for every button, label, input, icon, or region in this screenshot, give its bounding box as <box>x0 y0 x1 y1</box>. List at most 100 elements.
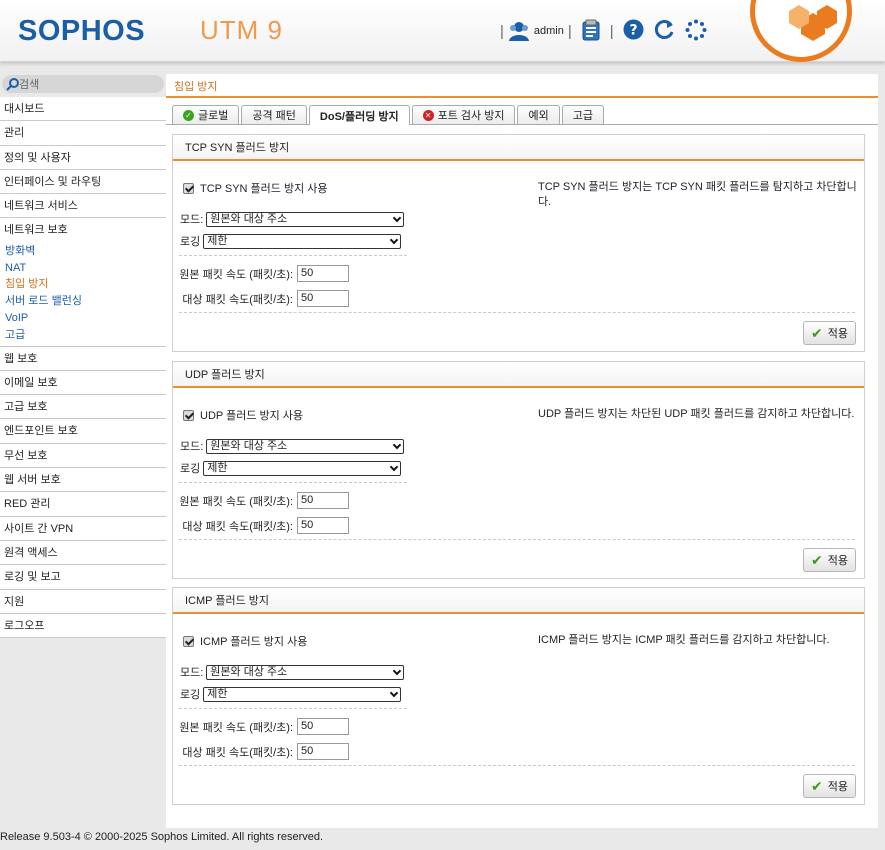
sidebar-subitem-nat[interactable]: NAT <box>0 260 166 277</box>
sidebar-item-logoff[interactable]: 로그오프 <box>0 613 166 639</box>
sidebar-item-support[interactable]: 지원 <box>0 589 166 614</box>
tab-label: 예외 <box>528 110 549 122</box>
src-rate-input[interactable]: 50 <box>297 718 349 735</box>
apply-button[interactable]: ✔ 적용 <box>803 321 856 345</box>
udp-enable-checkbox[interactable] <box>183 409 194 421</box>
apply-button[interactable]: ✔ 적용 <box>803 774 856 798</box>
section-description: TCP SYN 플러드 방지는 TCP SYN 패킷 플러드를 탐지하고 차단합… <box>538 181 857 208</box>
svg-text:?: ? <box>629 23 637 39</box>
logging-value: 제한 <box>207 234 228 247</box>
tab-advanced[interactable]: 고급 <box>561 105 604 124</box>
logging-row: 로깅 제한 <box>180 460 402 476</box>
udp-enable-row: UDP 플러드 방지 사용 <box>183 407 303 423</box>
icmp-enable-checkbox[interactable] <box>183 635 194 647</box>
sidebar-item-remote-access[interactable]: 원격 액세스 <box>0 540 166 566</box>
section-description: UDP 플러드 방지는 차단된 UDP 패킷 플러드를 감지하고 차단합니다. <box>538 408 855 420</box>
sidebar-item-webserver-protection[interactable]: 웹 서버 보호 <box>0 468 166 493</box>
dst-rate-row: 대상 패킷 속도(패킷/초): 50 <box>182 517 349 534</box>
mode-select[interactable]: 원본와 대상 주소 <box>206 664 405 680</box>
sidebar-item-site-to-site-vpn[interactable]: 사이트 간 VPN <box>0 516 166 541</box>
mode-row: 모드: 원본와 대상 주소 <box>180 438 405 454</box>
sidebar-item-wireless-protection[interactable]: 무선 보호 <box>0 443 166 469</box>
mode-select[interactable]: 원본와 대상 주소 <box>206 438 405 454</box>
sidebar-item-network-protection[interactable]: 네트워크 보호 <box>0 218 166 243</box>
src-rate-label: 원본 패킷 속도 (패킷/초): <box>179 495 293 508</box>
tab-exceptions[interactable]: 예외 <box>517 105 560 124</box>
enable-label: ICMP 플러드 방지 사용 <box>200 636 308 648</box>
logging-select[interactable]: 제한 <box>203 686 402 702</box>
src-rate-row: 원본 패킷 속도 (패킷/초): 50 <box>179 492 349 509</box>
logging-select[interactable]: 제한 <box>203 460 402 476</box>
sidebar-item-web-protection[interactable]: 웹 보호 <box>0 346 166 371</box>
page-title: 침입 방지 <box>166 74 878 98</box>
dst-rate-input[interactable]: 50 <box>297 290 349 307</box>
tab-bar: ✓ 글로벌 공격 패턴 DoS/플러딩 방지 ✕ 포트 검사 방지 예외 고급 <box>172 105 606 125</box>
sidebar-item-red-management[interactable]: RED 관리 <box>0 492 166 517</box>
mode-value: 원본와 대상 주소 <box>210 439 288 452</box>
check-circle-icon: ✓ <box>183 109 194 121</box>
logging-select[interactable]: 제한 <box>203 233 402 249</box>
chevron-down-icon <box>390 235 399 244</box>
clipboard-icon[interactable] <box>581 19 601 44</box>
logging-label: 로깅 <box>180 689 201 701</box>
sidebar-subitem-intrusion-prevention[interactable]: 침입 방지 <box>0 276 166 293</box>
section-divider <box>179 312 855 313</box>
sidebar-item-management[interactable]: 관리 <box>0 121 166 146</box>
sidebar-item-logging-reporting[interactable]: 로깅 및 보고 <box>0 565 166 590</box>
tab-attack-patterns[interactable]: 공격 패턴 <box>241 105 307 124</box>
sidebar-item-dashboard[interactable]: 대시보드 <box>0 97 166 122</box>
tab-label: 글로벌 <box>198 110 229 122</box>
tab-dos-flood-protection[interactable]: DoS/플러딩 방지 <box>308 105 410 125</box>
tab-portscan-detection[interactable]: ✕ 포트 검사 방지 <box>411 105 516 124</box>
section-title: TCP SYN 플러드 방지 <box>173 135 864 161</box>
dst-rate-label: 대상 패킷 속도(패킷/초): <box>182 520 293 533</box>
refresh-icon[interactable] <box>654 19 675 43</box>
sophos-logo: SOPHOS <box>18 15 146 47</box>
tcp-syn-enable-checkbox[interactable] <box>183 182 194 194</box>
dst-rate-input[interactable]: 50 <box>297 517 349 534</box>
src-rate-label: 원본 패킷 속도 (패킷/초): <box>179 268 293 281</box>
logging-label: 로깅 <box>180 236 201 248</box>
tab-label: DoS/플러딩 방지 <box>319 110 399 123</box>
dst-rate-input[interactable]: 50 <box>297 743 349 760</box>
mode-value: 원본와 대상 주소 <box>210 212 288 225</box>
sophos-hex-logo <box>750 0 852 62</box>
main-content: 침입 방지 ✓ 글로벌 공격 패턴 DoS/플러딩 방지 ✕ 포트 검사 방지 … <box>166 74 878 828</box>
error-circle-icon: ✕ <box>422 109 434 121</box>
src-rate-label: 원본 패킷 속도 (패킷/초): <box>179 721 293 734</box>
sidebar-item-definitions-users[interactable]: 정의 및 사용자 <box>0 145 166 170</box>
mode-row: 모드: 원본와 대상 주소 <box>180 664 405 680</box>
src-rate-input[interactable]: 50 <box>297 265 349 282</box>
mode-label: 모드: <box>180 441 204 453</box>
chevron-down-icon <box>393 213 402 222</box>
sidebar-item-interfaces-routing[interactable]: 인터페이스 및 라우팅 <box>0 169 166 195</box>
sidebar-item-email-protection[interactable]: 이메일 보호 <box>0 370 166 396</box>
src-rate-input[interactable]: 50 <box>297 492 349 509</box>
checkmark-icon: ✔ <box>811 551 823 568</box>
help-icon[interactable]: ? <box>623 19 644 43</box>
sidebar-item-network-services[interactable]: 네트워크 서비스 <box>0 194 166 219</box>
sidebar-subitem-advanced[interactable]: 고급 <box>0 327 166 344</box>
user-icon <box>508 22 529 41</box>
toolbar-separator: | <box>567 22 572 40</box>
search-placeholder: 검색 <box>19 79 40 91</box>
mode-select[interactable]: 원본와 대상 주소 <box>206 211 405 227</box>
tab-label: 공격 패턴 <box>252 110 296 122</box>
checkmark-icon: ✔ <box>811 324 823 341</box>
section-divider <box>179 765 855 766</box>
sidebar: 검색 대시보드 관리 정의 및 사용자 인터페이스 및 라우팅 네트워크 서비스… <box>0 74 166 639</box>
search-input[interactable]: 검색 <box>2 75 164 93</box>
sidebar-item-endpoint-protection[interactable]: 엔드포인트 보호 <box>0 419 166 444</box>
sidebar-subitem-server-load-balancing[interactable]: 서버 로드 밸런싱 <box>0 293 166 310</box>
sidebar-subitem-voip[interactable]: VoIP <box>0 310 166 327</box>
apply-button[interactable]: ✔ 적용 <box>803 548 856 572</box>
sidebar-item-advanced-protection[interactable]: 고급 보호 <box>0 395 166 420</box>
tab-global[interactable]: ✓ 글로벌 <box>172 105 240 124</box>
sidebar-subitem-firewall[interactable]: 방화벽 <box>0 243 166 260</box>
chevron-down-icon <box>390 462 399 471</box>
search-icon <box>6 77 19 91</box>
footer-copyright: Release 9.503-4 © 2000-2025 Sophos Limit… <box>0 831 324 843</box>
apply-label: 적용 <box>827 555 848 567</box>
user-menu[interactable]: admin <box>508 21 564 41</box>
tab-label: 고급 <box>572 110 593 122</box>
